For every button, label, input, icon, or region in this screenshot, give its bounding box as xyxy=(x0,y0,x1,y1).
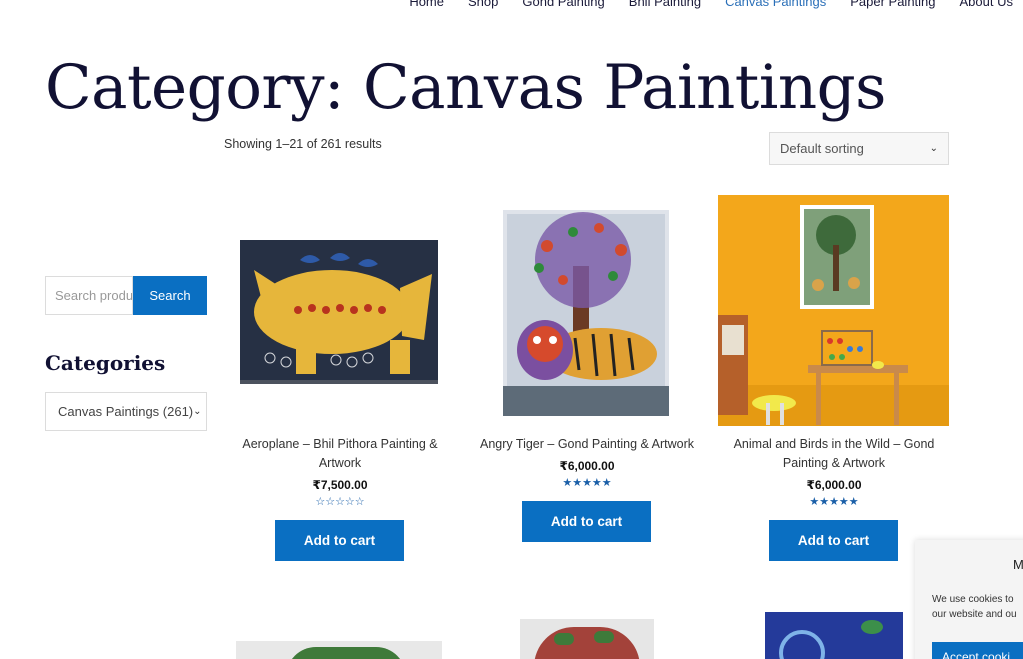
result-count: Showing 1–21 of 261 results xyxy=(224,137,382,151)
nav-paper-painting[interactable]: Paper Painting xyxy=(850,0,935,9)
rating-stars: ☆☆☆☆☆ xyxy=(315,496,365,508)
product-image-animal-and-birds[interactable] xyxy=(718,195,949,431)
cookie-notice: M We use cookies to our website and ou A… xyxy=(915,540,1023,659)
search-button[interactable]: Search xyxy=(133,276,207,315)
nav-home[interactable]: Home xyxy=(409,0,444,9)
search-placeholder: Search products… xyxy=(55,288,133,303)
sort-select-value: Default sorting xyxy=(780,141,864,156)
product-title[interactable]: Aeroplane – Bhil Pithora Painting & Artw… xyxy=(224,435,456,473)
cookie-title: M xyxy=(1013,557,1023,572)
product-price: ₹6,000.00 xyxy=(559,459,615,473)
chevron-down-icon: ⌄ xyxy=(193,406,202,417)
product-image-angry-tiger[interactable] xyxy=(503,210,669,421)
product-price: ₹6,000.00 xyxy=(806,478,862,492)
page-title: Category: Canvas Paintings xyxy=(45,52,886,123)
product-price: ₹7,500.00 xyxy=(312,478,368,492)
category-select-value: Canvas Paintings (261) xyxy=(58,404,194,419)
categories-heading: Categories xyxy=(45,351,166,375)
search-input[interactable]: Search products… xyxy=(45,276,133,315)
rating-stars: ★★★★★ xyxy=(809,496,859,508)
nav-about-us[interactable]: About Us xyxy=(960,0,1013,9)
nav-gond-painting[interactable]: Gond Painting xyxy=(522,0,604,9)
cookie-text-line: We use cookies to xyxy=(932,594,1014,605)
chevron-down-icon: ⌄ xyxy=(929,143,938,154)
cookie-text: We use cookies to our website and ou xyxy=(932,592,1023,622)
product-image-row2-1[interactable] xyxy=(236,641,442,659)
rating-stars: ★★★★★ xyxy=(562,477,612,489)
add-to-cart-button[interactable]: Add to cart xyxy=(769,520,898,561)
accept-cookies-button[interactable]: Accept cooki xyxy=(932,642,1023,659)
product-image-aeroplane[interactable] xyxy=(240,240,438,389)
cookie-text-line: our website and ou xyxy=(932,609,1017,620)
product-image-row2-3[interactable] xyxy=(765,612,903,659)
add-to-cart-button[interactable]: Add to cart xyxy=(522,501,651,542)
nav-canvas-paintings[interactable]: Canvas Paintings xyxy=(725,0,826,9)
nav-bhil-painting[interactable]: Bhil Painting xyxy=(629,0,701,9)
main-nav: Home Shop Gond Painting Bhil Painting Ca… xyxy=(409,0,1013,9)
sort-select[interactable]: Default sorting ⌄ xyxy=(769,132,949,165)
add-to-cart-button[interactable]: Add to cart xyxy=(275,520,404,561)
nav-shop[interactable]: Shop xyxy=(468,0,498,9)
product-title[interactable]: Angry Tiger – Gond Painting & Artwork xyxy=(471,435,703,454)
category-select[interactable]: Canvas Paintings (261) ⌄ xyxy=(45,392,207,431)
product-title[interactable]: Animal and Birds in the Wild – Gond Pain… xyxy=(718,435,950,473)
product-image-row2-2[interactable] xyxy=(520,619,654,659)
